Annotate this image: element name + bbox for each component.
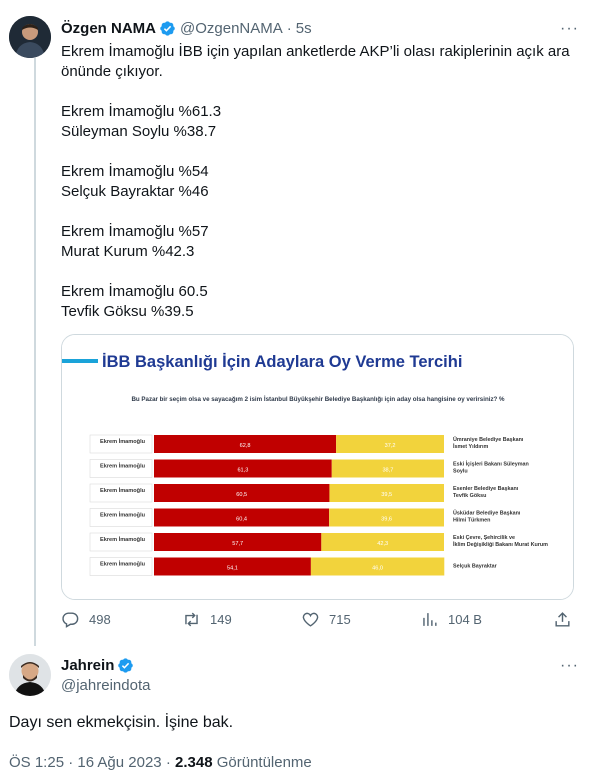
share-icon [555,612,570,627]
tweet-text-line: Ekrem İmamoğlu %57 [61,223,209,240]
poll-title: İBB Başkanlığı İçin Adaylara Oy Verme Te… [102,353,462,371]
thread-line [34,58,36,646]
reply-author-avatar[interactable] [9,654,51,696]
views-count: 104 B [448,612,482,627]
retweet-icon [185,612,198,627]
reply-views-count: 2.348 [175,754,213,771]
more-options-icon[interactable]: ··· [560,20,579,38]
right-category-label: Selçuk Bayraktar [453,564,498,570]
tweet-text-line: Ekrem İmamoğlu İBB için yapılan anketler… [61,43,570,80]
tweet-text-blank-line [61,82,576,102]
views-chart-icon [423,613,437,626]
tweet-text-blank-line [61,142,576,162]
bar-value-label: 61,3 [237,468,248,474]
title-accent-bar [62,359,98,363]
bar-value-label: 54,1 [227,566,238,572]
tweet-text-blank-line [61,262,576,282]
author-avatar[interactable] [9,16,51,58]
avatar-photo [9,654,51,696]
separator: · [68,754,74,771]
reply-count: 498 [89,612,111,627]
bar-value-label: 39,6 [381,517,392,523]
more-options-icon[interactable]: ··· [560,657,579,675]
heart-icon [302,612,319,627]
tweet-text-line: Süleyman Soylu %38.7 [61,123,217,140]
left-candidate-label: Ekrem İmamoğlu [100,561,146,568]
avatar-photo [9,16,51,58]
tweet-header: Özgen NAMA @OzgenNAMA · 5s [61,20,312,37]
tweet-text-line: Ekrem İmamoğlu %61.3 [61,103,222,120]
reply-views-label: Görüntülenme [216,754,312,771]
tweet-text-line: Murat Kurum %42.3 [61,243,195,260]
bar-value-label: 39,5 [381,492,392,498]
tweet-time[interactable]: 5s [296,20,312,37]
bar-value-label: 60,5 [236,492,247,498]
left-candidate-label: Ekrem İmamoğlu [100,463,146,470]
tweet-text-blank-line [61,202,576,222]
tweet-actions: 498 149 715 104 B [61,610,576,634]
poll-question: Bu Pazar bir seçim olsa ve sayacağım 2 i… [131,396,505,403]
poll-chart-image: İBB Başkanlığı İçin Adaylara Oy Verme Te… [62,335,573,599]
separator: · [165,754,171,771]
author-name[interactable]: Özgen NAMA [61,20,156,37]
reply-time[interactable]: ÖS 1:25 [9,754,64,771]
left-candidate-label: Ekrem İmamoğlu [100,487,146,494]
bar-value-label: 46,0 [372,566,383,572]
left-candidate-label: Ekrem İmamoğlu [100,512,146,519]
bar-value-label: 57,7 [232,541,243,547]
left-candidate-label: Ekrem İmamoğlu [100,438,146,445]
tweet-media-image[interactable]: İBB Başkanlığı İçin Adaylara Oy Verme Te… [61,334,574,600]
retweet-count: 149 [210,612,232,627]
reply-date[interactable]: 16 Ağu 2023 [77,754,161,771]
tweet-text: Ekrem İmamoğlu İBB için yapılan anketler… [61,42,576,322]
separator: · [286,20,292,37]
reply-text: Dayı sen ekmekçisin. İşine bak. [9,714,234,731]
bar-value-label: 37,2 [385,443,396,449]
share-button[interactable] [553,610,581,629]
like-count: 715 [329,612,351,627]
reply-icon [62,612,79,628]
author-handle[interactable]: @OzgenNAMA [180,20,283,37]
reply-header: Jahrein [61,657,138,674]
tweet-text-line: Ekrem İmamoğlu 60.5 [61,283,208,300]
bar-value-label: 38,7 [382,468,393,474]
bar-value-label: 60,4 [236,517,247,523]
tweet-text-line: Ekrem İmamoğlu %54 [61,163,209,180]
reply-author-name[interactable]: Jahrein [61,657,114,674]
retweet-button[interactable]: 149 [182,610,232,629]
reply-meta: ÖS 1:25 · 16 Ağu 2023 · 2.348 Görüntülen… [9,754,312,771]
verified-badge-icon [160,21,175,36]
like-button[interactable]: 715 [301,610,351,629]
views-button[interactable]: 104 B [420,610,482,629]
bar-value-label: 42,3 [377,541,388,547]
left-candidate-label: Ekrem İmamoğlu [100,536,146,543]
verified-badge-icon [118,658,134,673]
tweet-text-line: Tevfik Göksu %39.5 [61,303,194,320]
reply-author-handle[interactable]: @jahreindota [61,677,150,694]
reply-button[interactable]: 498 [61,610,111,629]
bar-value-label: 62,8 [240,443,251,449]
tweet-text-line: Selçuk Bayraktar %46 [61,183,209,200]
